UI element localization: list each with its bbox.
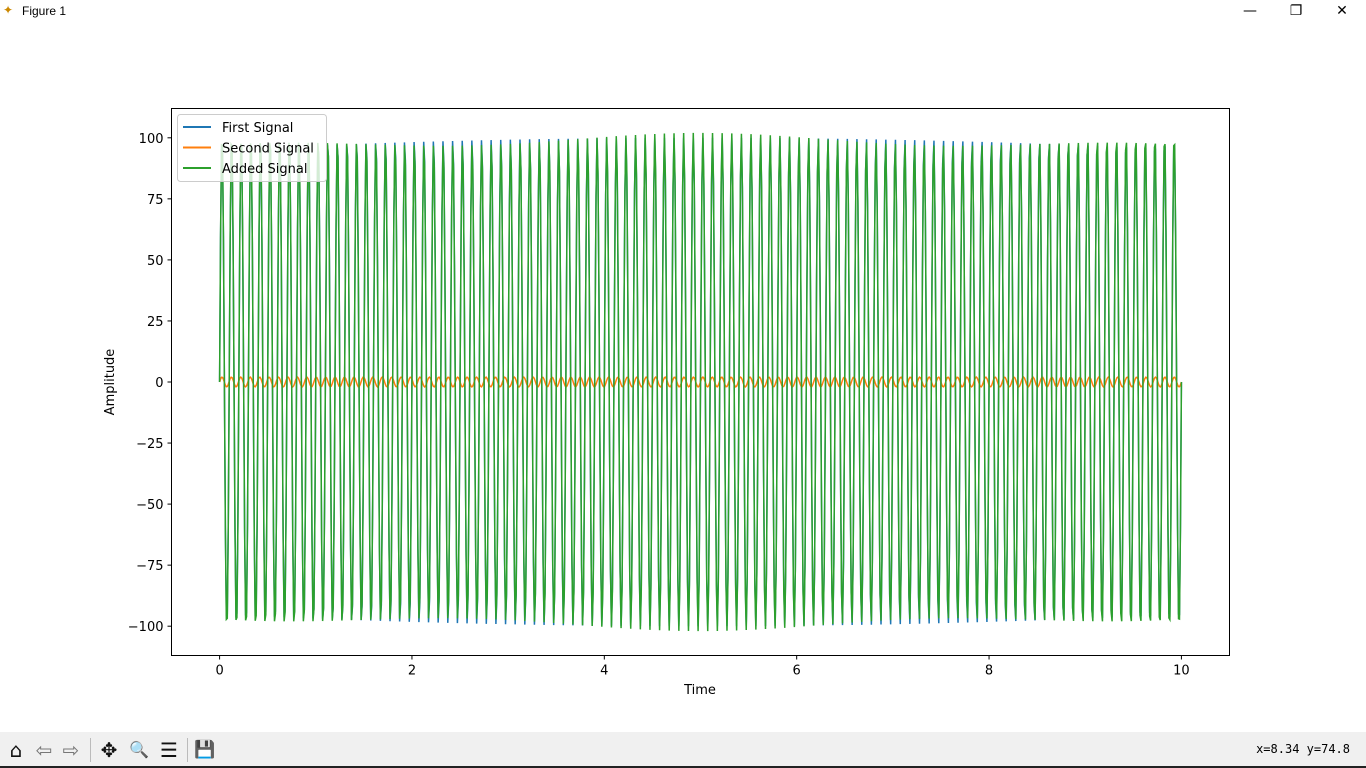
window-title: Figure 1: [22, 4, 67, 18]
toolbar-separator: [90, 738, 91, 762]
legend-label: Added Signal: [222, 162, 307, 177]
x-axis-label: Time: [683, 683, 716, 698]
series-line-3: [218, 132, 1183, 632]
pan-icon[interactable]: ✥: [97, 738, 121, 762]
x-tick-label: 0: [215, 664, 223, 679]
cursor-coordinates: x=8.34 y=74.8: [1256, 742, 1350, 756]
x-ticks: 0 2 4 6 8 10: [215, 655, 1190, 679]
y-ticks: 100 75 50 25 0 −25 −50 −75 −100: [128, 132, 172, 635]
zoom-icon[interactable]: 🔍: [127, 738, 151, 762]
toolbar-separator: [187, 738, 188, 762]
forward-icon[interactable]: ⇨: [59, 738, 83, 762]
configure-subplots-icon[interactable]: ☰: [157, 738, 181, 762]
y-axis-label: Amplitude: [103, 349, 118, 416]
legend-label: Second Signal: [222, 142, 314, 157]
legend-label: First Signal: [222, 121, 293, 136]
y-tick-label: −100: [128, 620, 164, 635]
x-tick-label: 10: [1173, 664, 1190, 679]
x-tick-label: 6: [793, 664, 801, 679]
y-tick-label: 100: [139, 132, 164, 147]
title-bar: ✦ Figure 1 — ❐ ✕: [0, 0, 1366, 24]
back-icon[interactable]: ⇦: [32, 738, 56, 762]
y-tick-label: −75: [136, 559, 163, 574]
y-tick-label: 50: [147, 254, 164, 269]
navigation-toolbar: ⌂ ⇦ ⇨ ✥ 🔍 ☰ 💾 x=8.34 y=74.8: [0, 732, 1366, 766]
x-tick-label: 4: [600, 664, 608, 679]
home-icon[interactable]: ⌂: [4, 738, 28, 762]
close-button[interactable]: ✕: [1319, 0, 1365, 24]
y-tick-label: −25: [136, 437, 163, 452]
minimize-button[interactable]: —: [1227, 0, 1273, 24]
y-tick-label: 0: [155, 376, 163, 391]
y-tick-label: 75: [147, 193, 164, 208]
save-icon[interactable]: 💾: [193, 738, 217, 762]
series-lines: [218, 132, 1183, 632]
y-tick-label: 25: [147, 315, 164, 330]
legend: First Signal Second Signal Added Signal: [177, 114, 327, 182]
y-tick-label: −50: [136, 498, 163, 513]
chart: 0 2 4 6 8 10 100 75 50 25 0 −25 −50 −75 −100 Time Amp…: [103, 108, 1230, 698]
x-tick-label: 2: [408, 664, 416, 679]
maximize-button[interactable]: ❐: [1273, 0, 1319, 24]
x-tick-label: 8: [985, 664, 993, 679]
matplotlib-icon: ✦: [3, 3, 14, 17]
